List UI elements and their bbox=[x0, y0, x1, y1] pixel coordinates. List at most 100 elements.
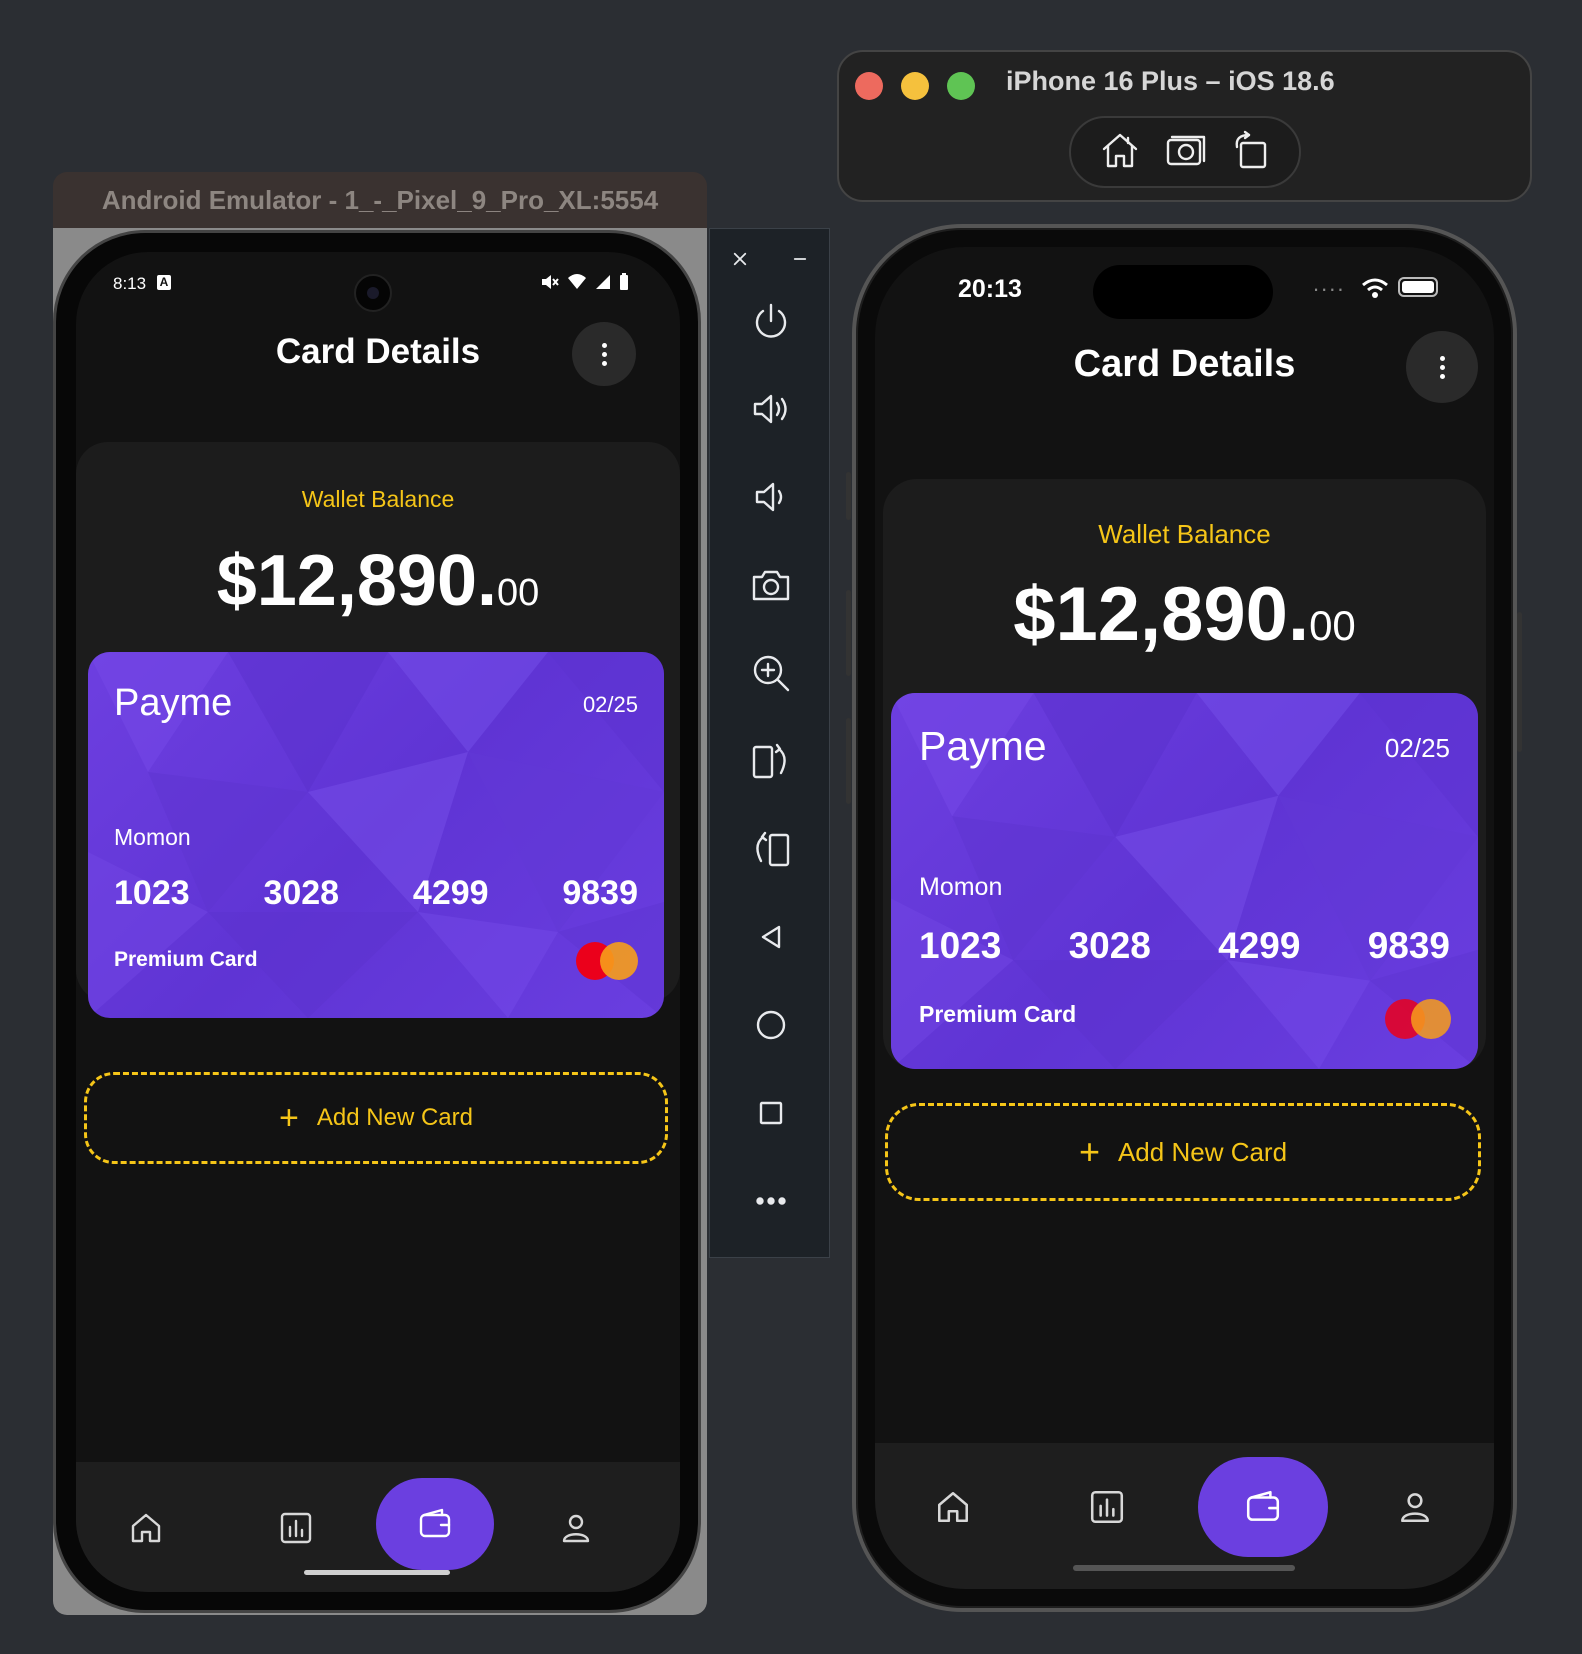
more-vertical-icon bbox=[1439, 355, 1445, 379]
payment-card[interactable]: Payme 02/25 Momon 1023 3028 4299 9839 Pr… bbox=[891, 693, 1478, 1069]
nav-wallet[interactable] bbox=[376, 1478, 494, 1570]
sim-screenshot-button[interactable] bbox=[1164, 129, 1206, 176]
more-button[interactable] bbox=[710, 1161, 831, 1241]
card-brand: Payme bbox=[919, 723, 1047, 769]
window-close-button[interactable] bbox=[855, 72, 883, 100]
rotate-right-icon bbox=[752, 743, 786, 779]
power-side-button bbox=[1517, 612, 1522, 752]
minimize-button[interactable] bbox=[770, 229, 830, 289]
screenshot-button[interactable] bbox=[710, 545, 831, 625]
card-number-group: 9839 bbox=[1367, 925, 1450, 966]
add-new-card-button[interactable]: + Add New Card bbox=[84, 1072, 668, 1164]
volume-up-icon bbox=[753, 394, 787, 424]
page-title: Card Details bbox=[1073, 343, 1296, 385]
card-number-group: 1023 bbox=[919, 925, 1002, 966]
status-time: 8:13 bbox=[113, 274, 147, 293]
nav-home[interactable] bbox=[96, 1482, 196, 1574]
signal-dots: .... bbox=[1313, 271, 1346, 296]
close-button[interactable] bbox=[710, 229, 770, 289]
card-brand: Payme bbox=[114, 682, 233, 724]
home-icon bbox=[131, 1513, 161, 1543]
overview-icon bbox=[759, 1101, 782, 1125]
card-number-group: 3028 bbox=[1068, 925, 1151, 966]
mastercard-logo bbox=[576, 942, 638, 980]
power-button[interactable] bbox=[710, 281, 831, 361]
notification-badge: A bbox=[157, 275, 171, 290]
back-icon bbox=[761, 925, 780, 949]
emulator-toolbar bbox=[709, 228, 830, 1258]
volume-down-icon bbox=[755, 482, 782, 512]
minimize-icon bbox=[793, 258, 807, 260]
add-new-card-label: Add New Card bbox=[1117, 1136, 1288, 1167]
home-button[interactable] bbox=[710, 985, 831, 1065]
nav-stats[interactable] bbox=[1057, 1457, 1157, 1557]
plus-icon: + bbox=[279, 1098, 299, 1137]
nav-home[interactable] bbox=[903, 1457, 1003, 1557]
rotate-left-icon bbox=[755, 831, 789, 867]
nav-profile[interactable] bbox=[1365, 1457, 1465, 1557]
wifi-icon bbox=[568, 274, 586, 289]
profile-icon bbox=[1401, 1493, 1429, 1522]
wallet-panel: Wallet Balance $12,890.00 Payme 02/25 Mo… bbox=[883, 479, 1486, 1069]
zoom-button[interactable] bbox=[710, 633, 831, 713]
battery-icon bbox=[1398, 277, 1438, 297]
wallet-panel: Wallet Balance $12,890.00 Payme 02/25 Mo… bbox=[76, 442, 680, 1018]
nav-wallet[interactable] bbox=[1198, 1457, 1328, 1557]
volume-down-side-button bbox=[846, 718, 851, 804]
card-number-group: 4299 bbox=[1218, 925, 1301, 966]
window-zoom-button[interactable] bbox=[947, 72, 975, 100]
volume-up-button[interactable] bbox=[710, 369, 831, 449]
ios-window-titlebar[interactable]: iPhone 16 Plus – iOS 18.6 bbox=[837, 50, 1532, 202]
card-holder: Momon bbox=[114, 824, 191, 850]
profile-icon bbox=[562, 1514, 590, 1543]
card-expiry: 02/25 bbox=[1384, 733, 1450, 763]
more-icon bbox=[755, 1197, 786, 1205]
wallet-balance-label: Wallet Balance bbox=[301, 486, 455, 512]
payment-card[interactable]: Payme 02/25 Momon 1023 3028 4299 9839 Pr… bbox=[88, 652, 664, 1018]
home-indicator[interactable] bbox=[1073, 1565, 1295, 1571]
card-number: 1023 3028 4299 9839 bbox=[114, 874, 638, 913]
back-button[interactable] bbox=[710, 897, 831, 977]
window-minimize-button[interactable] bbox=[901, 72, 929, 100]
card-number-group: 4299 bbox=[412, 874, 489, 912]
sim-home-button[interactable] bbox=[1099, 129, 1141, 176]
battery-icon bbox=[620, 273, 628, 290]
android-window-titlebar[interactable]: Android Emulator - 1_-_Pixel_9_Pro_XL:55… bbox=[53, 172, 707, 228]
dynamic-island bbox=[1093, 265, 1273, 319]
ios-screen: 20:13 .... Card Details Wallet Balance $… bbox=[875, 247, 1494, 1589]
sim-rotate-button[interactable] bbox=[1229, 129, 1271, 176]
wifi-icon bbox=[1362, 278, 1388, 298]
more-options-button[interactable] bbox=[572, 322, 636, 386]
android-window-title: Android Emulator - 1_-_Pixel_9_Pro_XL:55… bbox=[101, 184, 659, 215]
rotate-icon bbox=[1235, 130, 1267, 168]
wallet-balance-label: Wallet Balance bbox=[1098, 519, 1271, 549]
power-icon bbox=[755, 303, 786, 338]
front-camera bbox=[354, 274, 392, 312]
nav-stats[interactable] bbox=[246, 1482, 346, 1574]
wallet-icon bbox=[1246, 1490, 1280, 1521]
card-holder: Momon bbox=[919, 873, 1003, 901]
zoom-icon bbox=[753, 655, 789, 692]
volume-down-button[interactable] bbox=[710, 457, 831, 537]
card-expiry: 02/25 bbox=[582, 692, 638, 717]
nav-profile[interactable] bbox=[526, 1482, 626, 1574]
camera-icon bbox=[1166, 135, 1206, 165]
stats-icon bbox=[1090, 1490, 1124, 1524]
card-number: 1023 3028 4299 9839 bbox=[919, 925, 1450, 967]
android-screen: 8:13 A Card Details Wallet Balance $12,8… bbox=[76, 252, 680, 1592]
home-circle-icon bbox=[756, 1010, 785, 1040]
rotate-right-button[interactable] bbox=[710, 721, 831, 801]
home-icon bbox=[938, 1492, 968, 1522]
stats-icon bbox=[280, 1512, 312, 1544]
card-tier: Premium Card bbox=[114, 948, 258, 971]
card-tier: Premium Card bbox=[919, 1001, 1077, 1027]
more-options-button[interactable] bbox=[1406, 331, 1478, 403]
card-number-group: 1023 bbox=[114, 874, 190, 912]
gesture-bar[interactable] bbox=[304, 1570, 450, 1575]
overview-button[interactable] bbox=[710, 1073, 831, 1153]
more-vertical-icon bbox=[601, 342, 607, 366]
add-new-card-button[interactable]: + Add New Card bbox=[885, 1103, 1481, 1201]
status-icons bbox=[539, 272, 629, 292]
rotate-left-button[interactable] bbox=[710, 809, 831, 889]
card-number-group: 9839 bbox=[562, 874, 638, 912]
